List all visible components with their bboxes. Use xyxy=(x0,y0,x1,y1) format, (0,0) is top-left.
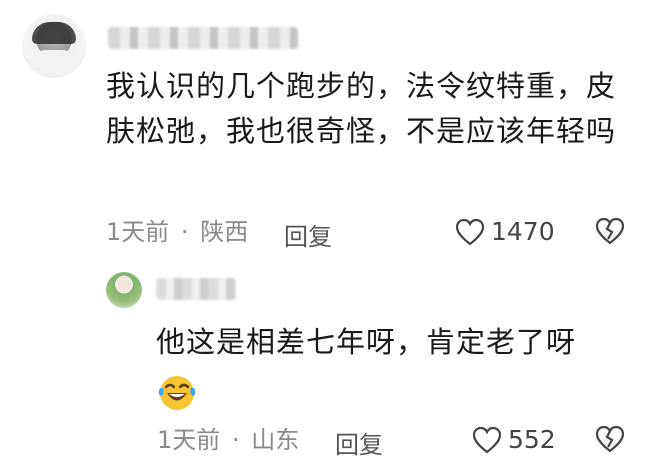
comment-text: 我认识的几个跑步的，法令纹特重，皮肤松弛，我也很奇怪，不是应该年轻吗 xyxy=(106,69,617,148)
reply-text: 他这是相差七年呀，肯定老了呀 xyxy=(156,325,577,359)
reply-time: 1天前 xyxy=(157,426,221,454)
commenter-name-blurred[interactable] xyxy=(108,27,298,49)
comment-meta: 1天前 · 陕西 xyxy=(106,217,248,247)
comment-like-count: 1470 xyxy=(491,217,555,246)
reply-like-count: 552 xyxy=(508,425,556,454)
meta-separator: · xyxy=(231,426,240,454)
laughing-crying-face-icon xyxy=(157,372,197,412)
commenter-avatar[interactable] xyxy=(22,14,86,78)
comment-reply-button[interactable]: 回复 xyxy=(284,217,332,252)
reply-like-button[interactable]: 552 xyxy=(472,425,556,454)
heart-icon xyxy=(455,218,485,246)
reply-meta: 1天前 · 山东 xyxy=(157,425,299,455)
heart-icon xyxy=(472,426,502,454)
reply-reply-button[interactable]: 回复 xyxy=(335,425,383,460)
comment-location: 陕西 xyxy=(200,218,249,246)
broken-heart-icon xyxy=(594,424,626,454)
reply-dislike-button[interactable] xyxy=(594,424,626,454)
replier-avatar[interactable] xyxy=(106,272,142,308)
comment-time: 1天前 xyxy=(106,218,170,246)
reply-location: 山东 xyxy=(251,426,300,454)
broken-heart-icon xyxy=(594,216,626,246)
avatar-shirt xyxy=(28,50,80,78)
replier-name-blurred[interactable] xyxy=(156,278,236,300)
comment-dislike-button[interactable] xyxy=(594,216,626,246)
avatar-hair xyxy=(32,22,76,44)
comment-like-button[interactable]: 1470 xyxy=(455,217,555,246)
meta-separator: · xyxy=(180,218,189,246)
